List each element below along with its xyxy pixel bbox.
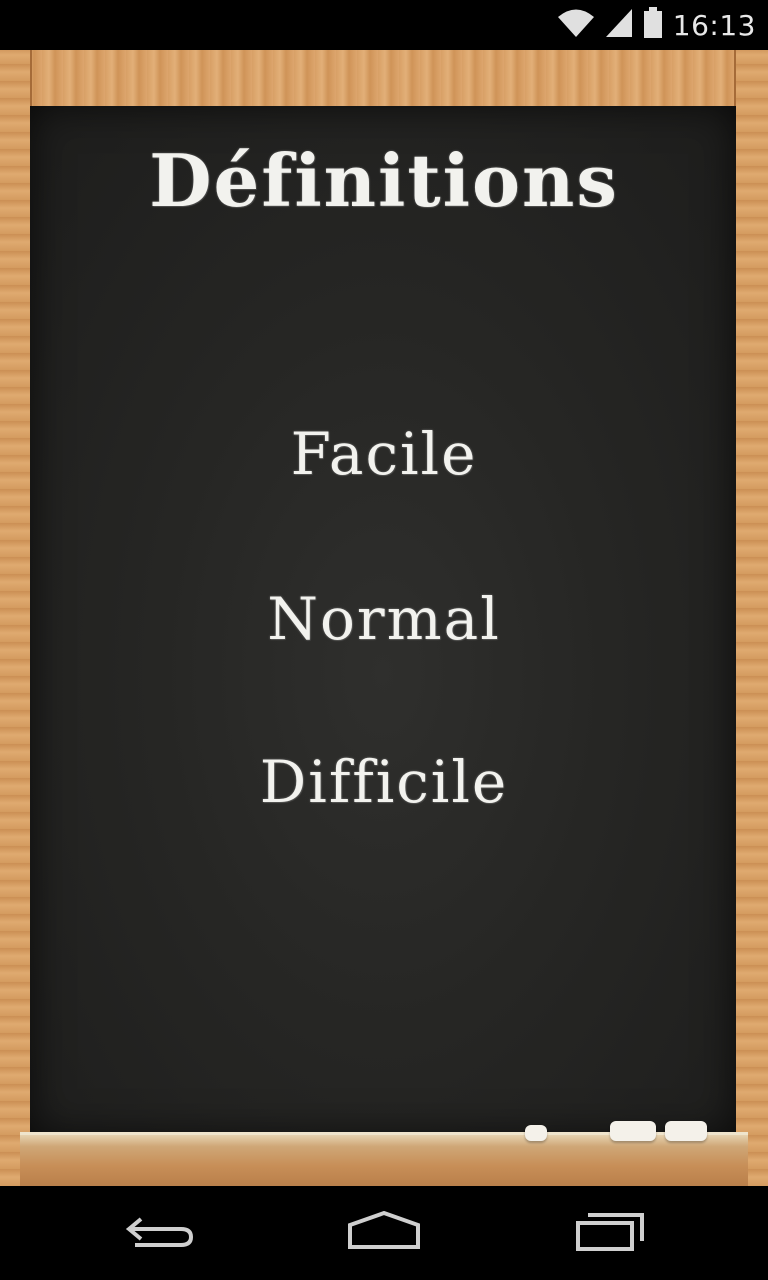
- chalk-piece: [665, 1121, 707, 1141]
- home-button[interactable]: [314, 1186, 454, 1280]
- back-icon: [125, 1211, 195, 1255]
- frame-top-rail: [0, 50, 768, 108]
- recents-icon: [574, 1211, 646, 1255]
- menu-item-facile[interactable]: Facile: [0, 420, 768, 488]
- chalk-piece: [610, 1121, 656, 1141]
- recents-button[interactable]: [540, 1186, 680, 1280]
- back-button[interactable]: [90, 1186, 230, 1280]
- menu-item-normal[interactable]: Normal: [0, 585, 768, 653]
- status-clock: 16:13: [672, 8, 756, 42]
- signal-icon: [605, 8, 633, 42]
- wifi-icon: [557, 8, 595, 42]
- status-icons: 16:13: [557, 0, 756, 50]
- chalk-piece: [525, 1125, 547, 1141]
- home-icon: [346, 1210, 422, 1255]
- menu-item-difficile[interactable]: Difficile: [0, 748, 768, 816]
- battery-icon: [643, 7, 663, 43]
- chalk-ledge: [20, 1121, 748, 1187]
- page-title: Définitions: [149, 138, 619, 223]
- status-bar: 16:13: [0, 0, 768, 50]
- navigation-bar: [0, 1186, 768, 1280]
